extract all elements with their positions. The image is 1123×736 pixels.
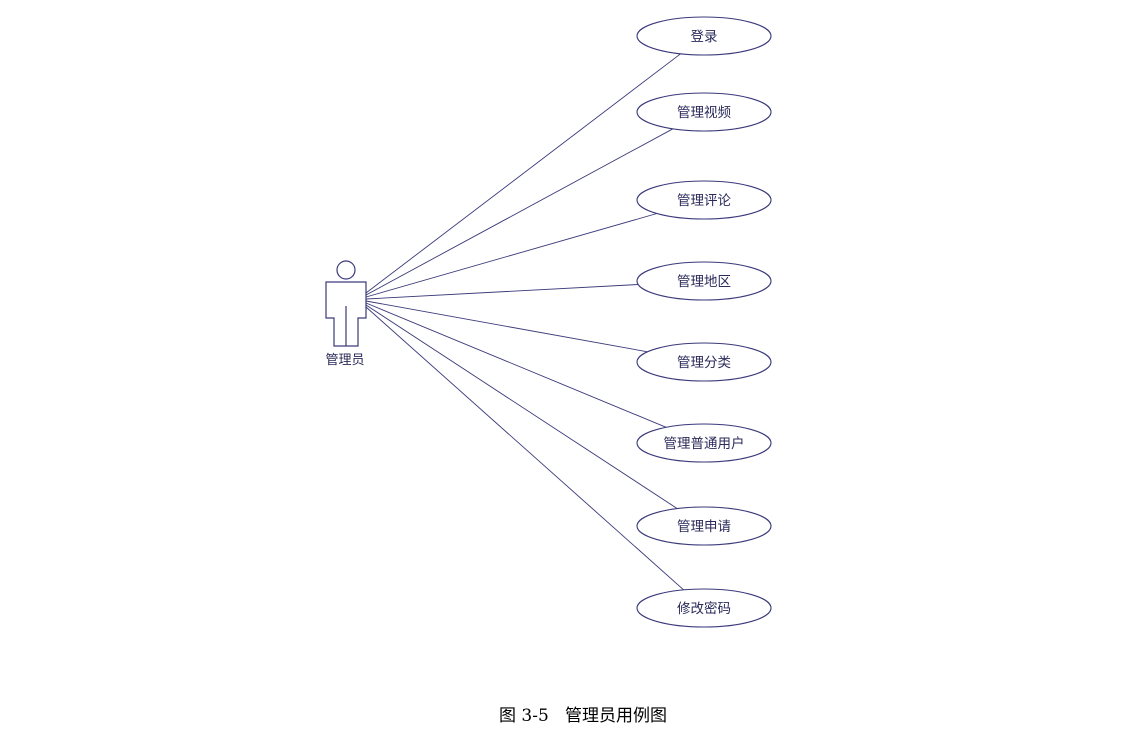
actor-label: 管理员 bbox=[325, 353, 365, 368]
association-manage-regions bbox=[365, 284, 639, 300]
use-case-label: 管理普通用户 bbox=[664, 435, 745, 452]
association-manage-users bbox=[365, 302, 667, 428]
use-case-label: 登录 bbox=[691, 29, 718, 45]
caption-title: 管理员用例图 bbox=[565, 706, 667, 726]
use-case-manage-regions: 管理地区 bbox=[636, 261, 772, 301]
use-case-manage-comments: 管理评论 bbox=[636, 180, 772, 220]
use-case-label: 管理分类 bbox=[677, 355, 731, 371]
caption-number: 图 3-5 bbox=[499, 706, 549, 726]
actor-head bbox=[336, 260, 356, 280]
use-case-manage-users: 管理普通用户 bbox=[636, 423, 772, 463]
use-case-label: 管理申请 bbox=[677, 519, 731, 535]
use-case-manage-categories: 管理分类 bbox=[636, 342, 772, 382]
association-manage-applications bbox=[365, 304, 678, 509]
use-cases: 登录管理视频管理评论管理地区管理分类管理普通用户管理申请修改密码 bbox=[636, 16, 772, 628]
use-case-login: 登录 bbox=[636, 16, 772, 56]
use-case-label: 修改密码 bbox=[677, 600, 731, 617]
use-case-diagram: 登录管理视频管理评论管理地区管理分类管理普通用户管理申请修改密码 bbox=[325, 16, 772, 628]
association-login bbox=[365, 53, 681, 294]
use-case-label: 管理地区 bbox=[677, 274, 731, 290]
use-case-manage-applications: 管理申请 bbox=[636, 506, 772, 546]
use-case-label: 管理评论 bbox=[677, 193, 731, 209]
association-manage-videos bbox=[365, 128, 674, 296]
associations bbox=[365, 53, 684, 591]
association-manage-comments bbox=[365, 213, 658, 298]
use-case-label: 管理视频 bbox=[677, 105, 731, 121]
use-case-change-password: 修改密码 bbox=[636, 588, 772, 628]
use-case-manage-videos: 管理视频 bbox=[636, 92, 772, 132]
figure-caption: 图 3-5 管理员用例图 bbox=[0, 701, 1123, 726]
actor-figure bbox=[325, 260, 367, 347]
